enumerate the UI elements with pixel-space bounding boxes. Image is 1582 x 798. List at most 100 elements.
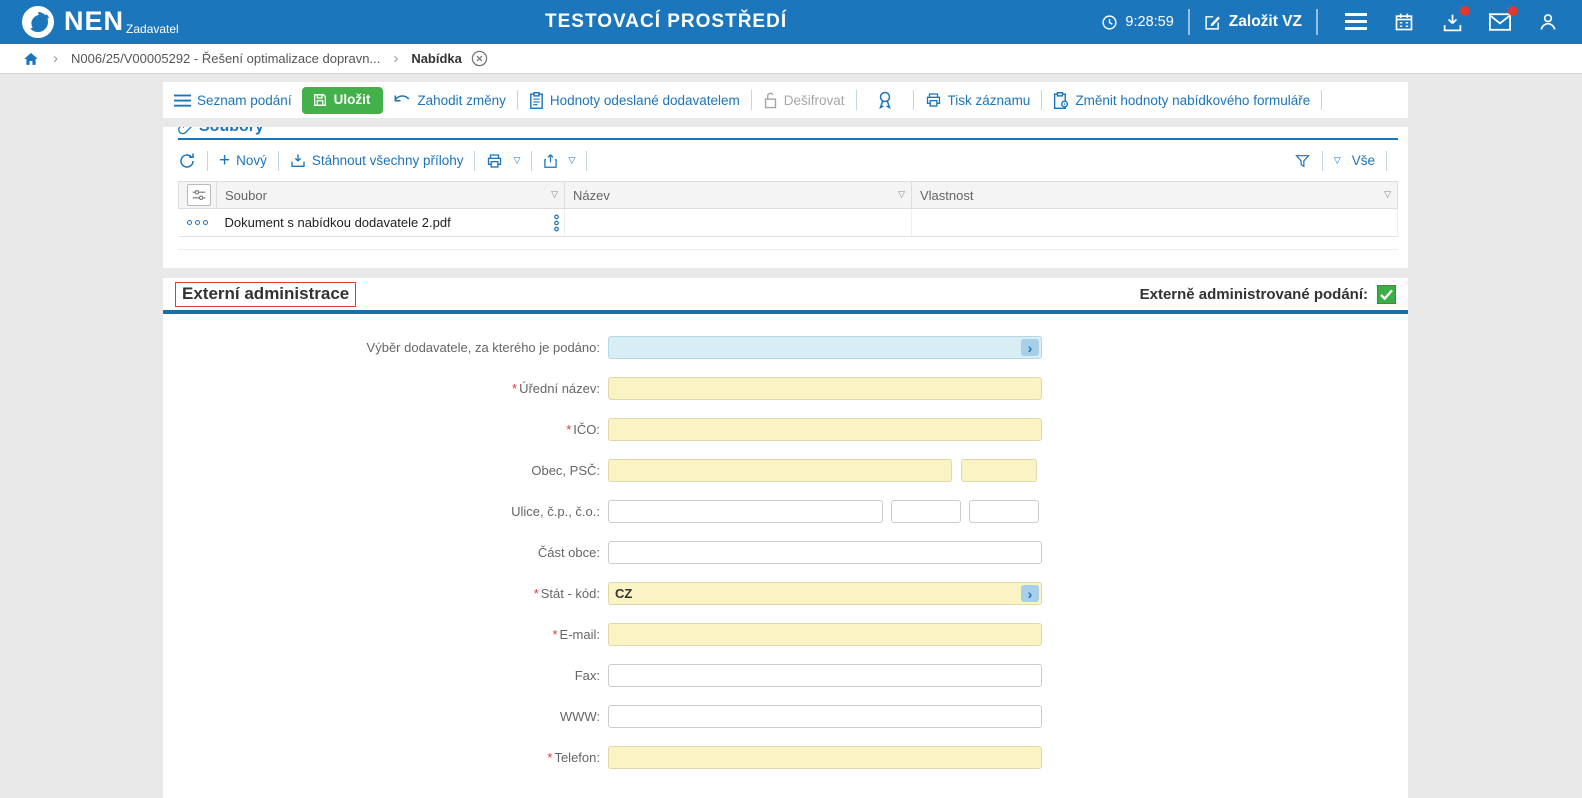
street-input[interactable]: [608, 500, 883, 523]
create-vz-button[interactable]: Založit VZ: [1204, 13, 1302, 31]
brand[interactable]: NEN Zadavatel: [20, 4, 179, 40]
lookup-chevron-icon[interactable]: ›: [1021, 339, 1039, 356]
clipboard-gear-icon: [1053, 92, 1069, 109]
cell-nazev[interactable]: [565, 209, 912, 237]
user-icon: [1538, 12, 1558, 32]
new-file-button[interactable]: + Nový: [219, 153, 267, 168]
column-header-soubor[interactable]: Soubor▽: [217, 182, 565, 209]
breadcrumb-item-current[interactable]: Nabídka: [411, 51, 462, 66]
ext-admin-checkbox[interactable]: [1377, 285, 1396, 304]
external-administration-panel: Externí administrace Externě administrov…: [163, 278, 1408, 798]
clipboard-icon: [529, 92, 544, 109]
printer-icon: [486, 153, 503, 169]
filter-triangle-icon[interactable]: ▽: [551, 189, 558, 200]
dropdown-triangle-icon: ▽: [568, 155, 575, 166]
undo-arrow-icon: [393, 93, 411, 107]
print-menu-button[interactable]: ▽: [486, 153, 520, 169]
field-label: *Úřední název:: [163, 381, 608, 396]
clock-time: 9:28:59: [1125, 14, 1173, 30]
fax-input[interactable]: [608, 664, 1042, 687]
official-name-input[interactable]: [608, 377, 1042, 400]
divider: [586, 151, 587, 171]
download-tray-icon: [1442, 12, 1463, 33]
downloads-button[interactable]: [1440, 10, 1464, 34]
export-menu-button[interactable]: ▽: [543, 153, 575, 169]
files-table-header-row: Soubor▽ Název▽ Vlastnost▽: [179, 182, 1398, 209]
field-label: Výběr dodavatele, za kterého je podáno:: [163, 340, 608, 355]
show-all-filter-button[interactable]: ▽ Vše: [1334, 153, 1375, 168]
row-actions-cell[interactable]: [179, 209, 217, 237]
save-button[interactable]: Uložit: [302, 87, 384, 114]
field-label: WWW:: [163, 709, 608, 724]
files-table: Soubor▽ Název▽ Vlastnost▽ Dokument s nab…: [178, 181, 1398, 237]
breadcrumb-item-procurement[interactable]: N006/25/V00005292 - Řešení optimalizace …: [71, 51, 380, 66]
row-options-icon[interactable]: [187, 220, 209, 225]
files-panel: Soubory + Nový Stáhnout všechny přílohy …: [163, 127, 1408, 268]
field-label: *Telefon:: [163, 750, 608, 765]
ext-admin-label: Externě administrované podání:: [1140, 286, 1368, 303]
field-stat-kod: *Stát - kód: ›: [163, 582, 1408, 605]
divider: [751, 90, 752, 110]
supplier-select-input[interactable]: [608, 336, 1042, 359]
breadcrumb: › N006/25/V00005292 - Řešení optimalizac…: [0, 44, 1582, 74]
divider: [474, 151, 475, 171]
field-ico: *IČO:: [163, 418, 1408, 441]
house-number-input[interactable]: [891, 500, 961, 523]
ext-admin-toggle-group: Externě administrované podání:: [1140, 285, 1396, 304]
brand-role: Zadavatel: [126, 22, 179, 36]
field-label: Fax:: [163, 668, 608, 683]
home-icon[interactable]: [22, 50, 40, 67]
email-input[interactable]: [608, 623, 1042, 646]
cell-vlastnost[interactable]: [912, 209, 1398, 237]
supplier-values-button[interactable]: Hodnoty odeslané dodavatelem: [529, 92, 740, 109]
filter-triangle-icon[interactable]: ▽: [1384, 189, 1391, 200]
calendar-icon: [1394, 12, 1414, 32]
hamburger-icon: [1345, 13, 1367, 31]
discard-changes-button[interactable]: Zahodit změny: [393, 93, 506, 108]
lookup-chevron-icon[interactable]: ›: [1021, 585, 1039, 602]
calendar-button[interactable]: [1392, 10, 1416, 34]
print-record-button[interactable]: Tisk záznamu: [925, 92, 1031, 108]
divider: [517, 90, 518, 110]
session-clock: 9:28:59: [1101, 14, 1173, 31]
main-menu-button[interactable]: [1344, 10, 1368, 34]
filter-button[interactable]: [1294, 153, 1311, 169]
ico-input[interactable]: [608, 418, 1042, 441]
user-profile-button[interactable]: [1536, 10, 1560, 34]
column-header-vlastnost[interactable]: Vlastnost▽: [912, 182, 1398, 209]
city-input[interactable]: [608, 459, 952, 482]
close-tab-icon[interactable]: [471, 50, 488, 67]
files-section-header: Soubory: [178, 127, 1398, 138]
cell-soubor[interactable]: Dokument s nabídkou dodavatele 2.pdf: [217, 209, 565, 237]
section-title: Externí administrace: [175, 282, 356, 307]
required-marker: *: [512, 381, 517, 396]
seznam-podani-button[interactable]: Seznam podání: [174, 93, 292, 108]
refresh-icon: [178, 152, 196, 170]
downloads-badge: [1460, 6, 1470, 16]
files-section-title: Soubory: [199, 127, 264, 136]
phone-input[interactable]: [608, 746, 1042, 769]
www-input[interactable]: [608, 705, 1042, 728]
orientation-number-input[interactable]: [969, 500, 1039, 523]
divider: [1041, 90, 1042, 110]
decrypt-button[interactable]: Dešifrovat: [763, 92, 845, 109]
column-header-nazev[interactable]: Název▽: [565, 182, 912, 209]
refresh-button[interactable]: [178, 152, 196, 170]
download-icon: [290, 153, 306, 169]
checkmark-icon: [1380, 289, 1393, 300]
kebab-menu-icon[interactable]: [553, 214, 560, 232]
column-settings-icon[interactable]: [187, 184, 211, 206]
field-label: Obec, PSČ:: [163, 463, 608, 478]
certificate-button[interactable]: [877, 91, 893, 109]
messages-button[interactable]: [1488, 10, 1512, 34]
city-part-input[interactable]: [608, 541, 1042, 564]
divider: [1316, 9, 1318, 35]
zip-input[interactable]: [961, 459, 1037, 482]
field-email: *E-mail:: [163, 623, 1408, 646]
download-all-attachments-button[interactable]: Stáhnout všechny přílohy: [290, 153, 464, 169]
country-code-input[interactable]: [608, 582, 1042, 605]
change-form-values-button[interactable]: Změnit hodnoty nabídkového formuláře: [1053, 92, 1310, 109]
filter-triangle-icon[interactable]: ▽: [898, 189, 905, 200]
column-chooser-cell: [179, 182, 217, 209]
table-row[interactable]: Dokument s nabídkou dodavatele 2.pdf: [179, 209, 1398, 237]
